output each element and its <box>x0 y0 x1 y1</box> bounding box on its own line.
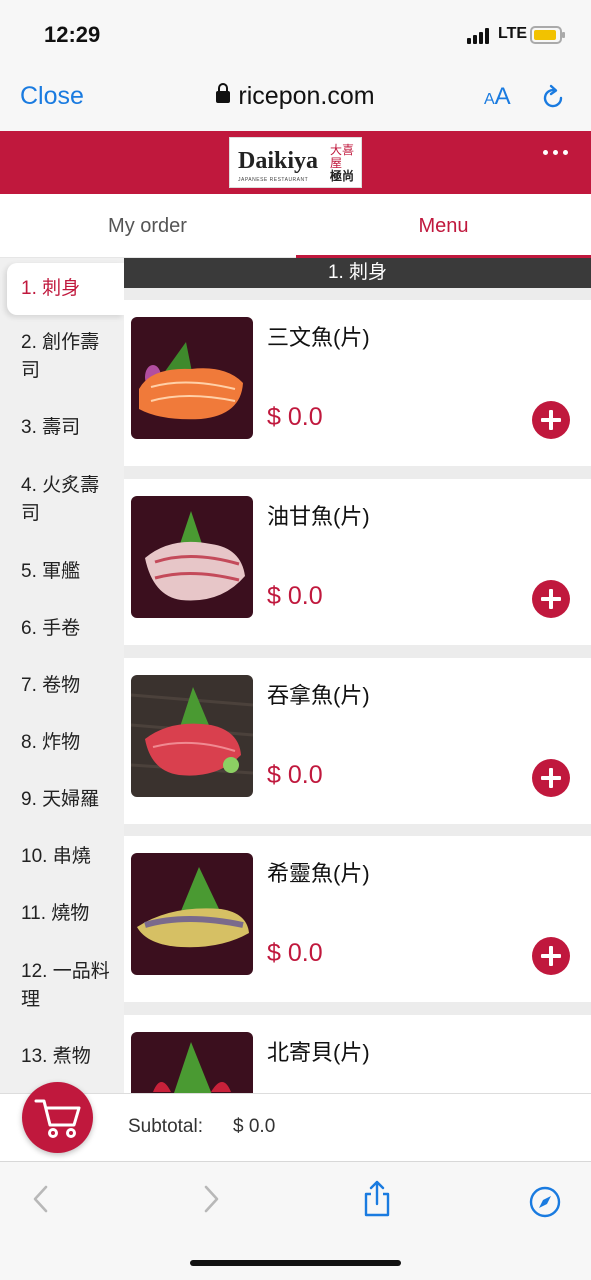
category-sidebar: 1. 刺身 2. 創作壽司 3. 壽司 4. 火炙壽司 5. 軍艦 6. 手卷 … <box>0 258 124 1093</box>
compass-icon[interactable] <box>528 1185 562 1219</box>
status-bar: 12:29 LTE <box>0 0 591 70</box>
tab-menu[interactable]: Menu <box>296 194 591 258</box>
add-to-cart-button[interactable] <box>532 580 570 618</box>
category-item[interactable]: 12. 一品料理 <box>0 958 124 1014</box>
order-tabs: My order Menu <box>0 194 591 258</box>
url-text: ricepon.com <box>238 82 375 110</box>
tab-my-order[interactable]: My order <box>0 194 295 258</box>
menu-item[interactable]: 北寄貝(片) <box>124 1015 591 1093</box>
category-item[interactable]: 2. 創作壽司 <box>0 329 124 385</box>
battery-icon <box>530 26 565 44</box>
surf-clam-sashimi-image <box>131 1032 253 1093</box>
status-time: 12:29 <box>44 22 101 47</box>
salmon-sashimi-image <box>131 317 253 439</box>
category-item[interactable]: 8. 炸物 <box>0 729 124 757</box>
text-size-button[interactable]: AA <box>484 83 511 111</box>
menu-item[interactable]: 三文魚(片) $ 0.0 <box>124 300 591 466</box>
back-icon[interactable] <box>30 1184 52 1214</box>
home-indicator <box>190 1260 401 1266</box>
share-icon[interactable] <box>362 1180 392 1218</box>
item-name: 希靈魚(片) <box>267 861 370 886</box>
add-to-cart-button[interactable] <box>532 937 570 975</box>
category-item[interactable]: 4. 火炙壽司 <box>0 472 124 528</box>
item-price: $ 0.0 <box>267 582 323 610</box>
item-price: $ 0.0 <box>267 403 323 431</box>
section-title: 1. 刺身 <box>124 258 591 288</box>
category-item[interactable]: 13. 煮物 <box>0 1043 124 1071</box>
item-name: 油甘魚(片) <box>267 504 370 529</box>
forward-icon[interactable] <box>200 1184 222 1214</box>
subtotal-value: $ 0.0 <box>233 1116 276 1137</box>
category-item-active[interactable]: 1. 刺身 <box>7 263 124 315</box>
reload-icon[interactable] <box>538 83 568 113</box>
subtotal-label: Subtotal: <box>128 1116 203 1137</box>
yellowtail-sashimi-image <box>131 496 253 618</box>
browser-address-bar: ricepon.com Close AA <box>0 70 591 131</box>
category-item[interactable]: 10. 串燒 <box>0 843 124 871</box>
item-name: 北寄貝(片) <box>267 1040 370 1065</box>
cart-icon <box>34 1099 81 1138</box>
item-name: 吞拿魚(片) <box>267 683 370 708</box>
network-type: LTE <box>498 25 528 42</box>
category-item[interactable]: 6. 手卷 <box>0 615 124 643</box>
category-item[interactable]: 11. 燒物 <box>0 900 124 928</box>
restaurant-header: Daikiya JAPANESE RESTAURANT 大喜屋 極尚 <box>0 131 591 194</box>
category-item[interactable]: 5. 軍艦 <box>0 558 124 586</box>
lock-icon <box>216 83 231 103</box>
tuna-sashimi-image <box>131 675 253 797</box>
menu-item[interactable]: 油甘魚(片) $ 0.0 <box>124 479 591 645</box>
item-name: 三文魚(片) <box>267 325 370 350</box>
herring-sashimi-image <box>131 853 253 975</box>
menu-list: 1. 刺身 三文魚(片) $ 0.0 油甘魚(片) $ 0.0 吞拿魚(片) $… <box>124 258 591 1093</box>
item-price: $ 0.0 <box>267 761 323 789</box>
category-item[interactable]: 7. 卷物 <box>0 672 124 700</box>
add-to-cart-button[interactable] <box>532 401 570 439</box>
close-button[interactable]: Close <box>20 82 84 111</box>
more-options-icon[interactable] <box>543 150 569 156</box>
category-item[interactable]: 9. 天婦羅 <box>0 786 124 814</box>
add-to-cart-button[interactable] <box>532 759 570 797</box>
cart-button[interactable] <box>22 1082 93 1153</box>
menu-item[interactable]: 吞拿魚(片) $ 0.0 <box>124 658 591 824</box>
restaurant-logo: Daikiya JAPANESE RESTAURANT 大喜屋 極尚 <box>229 137 362 188</box>
menu-item[interactable]: 希靈魚(片) $ 0.0 <box>124 836 591 1002</box>
item-price: $ 0.0 <box>267 939 323 967</box>
category-item[interactable]: 3. 壽司 <box>0 414 124 442</box>
signal-icon <box>467 28 491 44</box>
